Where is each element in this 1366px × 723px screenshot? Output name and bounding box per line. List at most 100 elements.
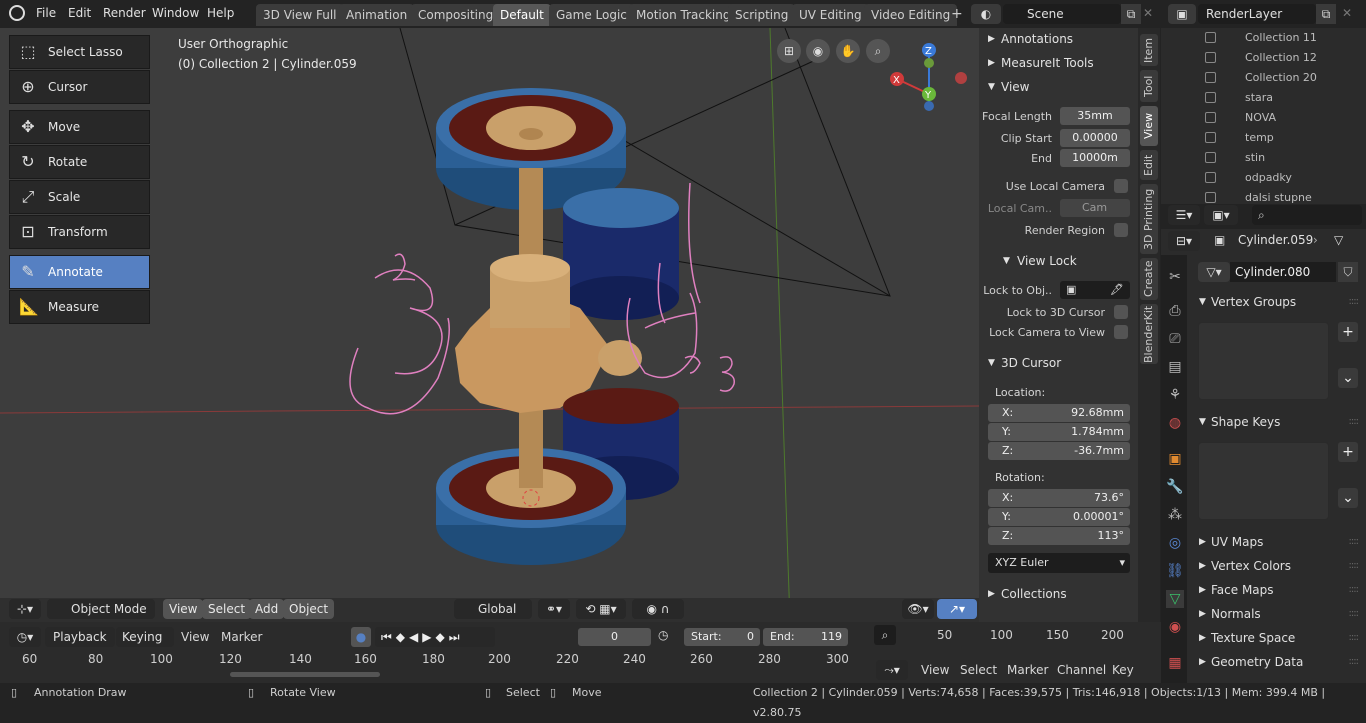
lock-camera-checkbox[interactable] xyxy=(1114,325,1128,339)
tab-compositing[interactable]: Compositing xyxy=(411,4,501,26)
record-button[interactable]: ● xyxy=(351,627,371,647)
cursor-location-y[interactable]: Y: 1.784mm xyxy=(988,423,1130,441)
graph-marker-menu[interactable]: Marker xyxy=(1007,663,1048,677)
copy-layer-icon[interactable]: ⧉ xyxy=(1316,4,1336,24)
constraints-tab-icon[interactable]: ⛓ xyxy=(1166,562,1184,580)
scene-type-icon[interactable]: ◐ xyxy=(971,4,1001,24)
menu-help[interactable]: Help xyxy=(207,6,234,20)
fake-user-icon[interactable]: ⛉ xyxy=(1338,262,1358,282)
outliner-item[interactable]: stin xyxy=(1161,148,1366,168)
mesh-type-icon[interactable]: ▽▾ xyxy=(1198,262,1230,282)
close-scene-icon[interactable]: ✕ xyxy=(1143,6,1153,20)
tab-3d-view-full[interactable]: 3D View Full xyxy=(256,4,344,26)
tab-video-editing[interactable]: Video Editing xyxy=(864,4,958,26)
vertex-groups-list[interactable] xyxy=(1198,322,1329,400)
playback-controls[interactable]: ⏮◆◀▶◆⏭ xyxy=(375,627,495,647)
transform-orientation[interactable]: Global xyxy=(454,599,532,619)
zoom-icon[interactable]: ⌕ xyxy=(866,39,890,63)
tab-default[interactable]: Default xyxy=(493,4,551,26)
copy-scene-icon[interactable]: ⧉ xyxy=(1121,4,1141,24)
tab-tool[interactable]: Tool xyxy=(1140,70,1158,102)
mesh-data-tab-icon[interactable]: ▽ xyxy=(1166,590,1184,608)
outliner-item[interactable]: Collection 12 xyxy=(1161,48,1366,68)
timeline-ruler[interactable]: 60 80 100 120 140 160 180 200 220 240 26… xyxy=(0,652,870,670)
timeline-editor-icon[interactable]: ◷▾ xyxy=(9,627,41,647)
camera-view-icon[interactable]: ◉ xyxy=(806,39,830,63)
output-tab-icon[interactable]: ⎚ xyxy=(1166,330,1184,348)
graph-search-icon[interactable]: ⌕ xyxy=(874,625,896,645)
view-panel[interactable]: ▼ View xyxy=(979,76,1138,98)
vertex-colors-panel[interactable]: ▶ Vertex Colors:::: xyxy=(1194,555,1366,577)
start-frame-field[interactable]: Start: 0 xyxy=(684,628,760,646)
cursor-rotation-z[interactable]: Z: 113° xyxy=(988,527,1130,545)
tab-scripting[interactable]: Scripting xyxy=(728,4,796,26)
graph-channel-menu[interactable]: Channel xyxy=(1057,663,1106,677)
texture-tab-icon[interactable]: ▦ xyxy=(1166,654,1184,672)
visibility-icon[interactable]: 👁▾ xyxy=(902,599,934,619)
menu-render[interactable]: Render xyxy=(103,6,146,20)
cursor-location-z[interactable]: Z: -36.7mm xyxy=(988,442,1130,460)
local-camera-field[interactable]: Cam xyxy=(1060,199,1130,217)
timeline-view-menu[interactable]: View xyxy=(181,630,209,644)
mode-selector[interactable]: Object Mode xyxy=(47,599,155,619)
add-vertex-group-button[interactable]: + xyxy=(1338,322,1358,342)
tool-move[interactable]: ✥ Move xyxy=(9,110,150,144)
cursor-location-x[interactable]: X: 92.68mm xyxy=(988,404,1130,422)
blender-logo-icon[interactable] xyxy=(9,5,25,21)
tool-cursor[interactable]: ⊕ Cursor xyxy=(9,70,150,104)
object-menu[interactable]: Object xyxy=(283,599,335,619)
outliner-search-input[interactable]: ⌕ xyxy=(1252,205,1362,225)
lock-cursor-checkbox[interactable] xyxy=(1114,305,1128,319)
tab-edit[interactable]: Edit xyxy=(1140,150,1158,180)
mesh-name-field[interactable]: Cylinder.080 xyxy=(1230,262,1336,282)
shape-keys-panel[interactable]: ▼ Shape Keys:::: xyxy=(1194,411,1366,433)
clip-end-field[interactable]: 10000m xyxy=(1060,149,1130,167)
graph-select-menu[interactable]: Select xyxy=(960,663,997,677)
vertex-group-menu-button[interactable]: ⌄ xyxy=(1338,368,1358,388)
view-lock-panel[interactable]: ▼ View Lock xyxy=(979,250,1138,272)
menu-file[interactable]: File xyxy=(36,6,56,20)
timeline-marker-menu[interactable]: Marker xyxy=(221,630,262,644)
gizmo-toggle-icon[interactable]: ↗▾ xyxy=(937,599,977,619)
physics-tab-icon[interactable]: ◎ xyxy=(1166,534,1184,552)
cursor-rotation-y[interactable]: Y: 0.00001° xyxy=(988,508,1130,526)
outliner-item[interactable]: odpadky xyxy=(1161,168,1366,188)
graph-view-menu[interactable]: View xyxy=(921,663,949,677)
view-layer-tab-icon[interactable]: ▤ xyxy=(1166,358,1184,376)
timeline-scrollbar[interactable] xyxy=(230,672,380,677)
shape-keys-list[interactable] xyxy=(1198,442,1329,520)
tool-measure[interactable]: 📐 Measure xyxy=(9,290,150,324)
texture-space-panel[interactable]: ▶ Texture Space:::: xyxy=(1194,627,1366,649)
annotations-panel[interactable]: ▶ Annotations xyxy=(979,28,1138,50)
tool-rotate[interactable]: ↻ Rotate xyxy=(9,145,150,179)
properties-editor-icon[interactable]: ⊟▾ xyxy=(1168,231,1200,251)
cursor-rotation-x[interactable]: X: 73.6° xyxy=(988,489,1130,507)
view-menu[interactable]: View xyxy=(163,599,204,619)
graph-editor-icon[interactable]: ⤳▾ xyxy=(876,660,908,680)
menu-window[interactable]: Window xyxy=(152,6,199,20)
add-shape-key-button[interactable]: + xyxy=(1338,442,1358,462)
material-tab-icon[interactable]: ◉ xyxy=(1166,618,1184,636)
outliner-item[interactable]: Collection 20 xyxy=(1161,68,1366,88)
tool-tab-icon[interactable]: ✂ xyxy=(1166,268,1184,286)
use-local-camera-checkbox[interactable] xyxy=(1114,179,1128,193)
grid-toggle-icon[interactable]: ⊞ xyxy=(777,39,801,63)
select-menu[interactable]: Select xyxy=(202,599,252,619)
render-layer-selector[interactable]: RenderLayer xyxy=(1198,4,1316,24)
3d-cursor-panel[interactable]: ▼ 3D Cursor xyxy=(979,352,1138,374)
modifier-tab-icon[interactable]: 🔧 xyxy=(1166,478,1184,496)
pan-hand-icon[interactable]: ✋ xyxy=(836,39,860,63)
current-frame-field[interactable]: 0 xyxy=(578,628,651,646)
add-workspace-icon[interactable]: + xyxy=(951,6,963,22)
scene-tab-icon[interactable]: ⚘ xyxy=(1166,386,1184,404)
stopwatch-icon[interactable]: ◷ xyxy=(658,628,668,642)
render-region-checkbox[interactable] xyxy=(1114,223,1128,237)
render-layer-icon[interactable]: ▣ xyxy=(1168,4,1196,24)
shape-key-menu-button[interactable]: ⌄ xyxy=(1338,488,1358,508)
tool-scale[interactable]: ⤢ Scale xyxy=(9,180,150,214)
outliner-item[interactable]: NOVA xyxy=(1161,108,1366,128)
tab-uv-editing[interactable]: UV Editing xyxy=(792,4,869,26)
tool-annotate[interactable]: ✎ Annotate xyxy=(9,255,150,289)
snap-icon[interactable]: ⟲ ▦▾ xyxy=(576,599,626,619)
tab-blenderkit[interactable]: BlenderKit xyxy=(1140,304,1158,364)
